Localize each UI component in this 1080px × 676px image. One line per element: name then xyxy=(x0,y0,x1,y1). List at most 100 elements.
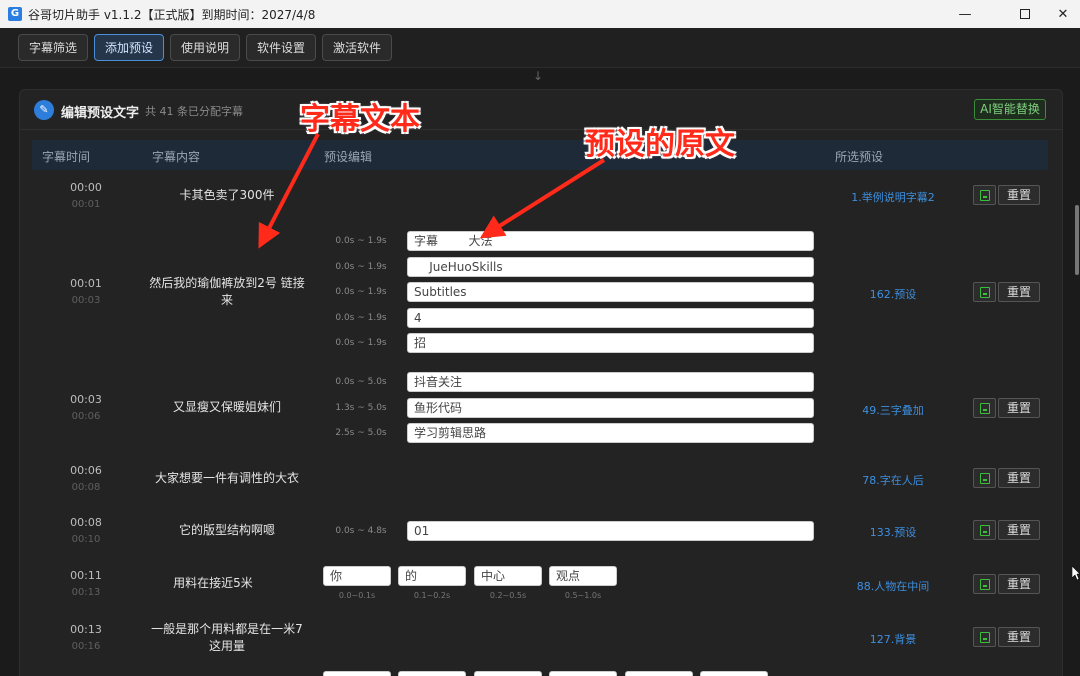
row-start-time: 00:03 xyxy=(70,393,102,406)
header-time: 字幕时间 xyxy=(42,150,91,164)
word-chip-input[interactable]: 观点 xyxy=(549,566,617,586)
preset-text-input[interactable]: 01 xyxy=(407,521,814,541)
row-image-button[interactable] xyxy=(973,282,996,302)
add-preset-button[interactable]: 添加预设 xyxy=(94,34,164,61)
image-icon xyxy=(979,472,990,484)
preset-text-input[interactable]: JueHuoSkills xyxy=(407,257,814,277)
scrollbar-thumb[interactable] xyxy=(1075,205,1079,275)
main-toolbar: 字幕筛选 添加预设 使用说明 软件设置 激活软件 xyxy=(0,28,1080,68)
activate-software-button[interactable]: 激活软件 xyxy=(322,34,392,61)
row-end-time: 00:03 xyxy=(71,295,101,306)
row-reset-button[interactable]: 重置 xyxy=(998,282,1040,302)
row-start-time: 00:08 xyxy=(70,516,102,529)
preset-text-input[interactable]: 抖音关注 xyxy=(407,372,814,392)
row-reset-button[interactable]: 重置 xyxy=(998,468,1040,488)
word-chip-range: 0.2~0.5s xyxy=(489,591,527,600)
item-time-range: 0.0s ~ 1.9s xyxy=(335,338,387,348)
row-subtitle-content: 一般是那个用料都是在一米7这用量 xyxy=(151,622,303,653)
row-selected-preset-link[interactable]: 49.三字叠加 xyxy=(838,402,948,418)
ai-replace-button[interactable]: AI智能替换 xyxy=(974,99,1046,120)
row-end-time: 00:13 xyxy=(71,587,101,598)
pencil-icon: ✎ xyxy=(34,100,54,120)
preset-text-input[interactable]: 招 xyxy=(407,333,814,353)
row-end-time: 00:08 xyxy=(71,482,101,493)
word-chip-input[interactable]: 你 xyxy=(323,566,391,586)
software-settings-button[interactable]: 软件设置 xyxy=(246,34,316,61)
row-start-time: 00:01 xyxy=(70,277,102,290)
row-start-time: 00:13 xyxy=(70,623,102,636)
row-selected-preset-link[interactable]: 127.背景 xyxy=(838,631,948,647)
row-selected-preset-link[interactable]: 133.预设 xyxy=(838,524,948,540)
annotation-preset-original: 预设的原文 xyxy=(585,127,735,162)
maximize-icon xyxy=(1020,9,1030,19)
row-subtitle-content: 卡其色卖了300件 xyxy=(179,188,275,202)
word-chip-input[interactable]: 的 xyxy=(398,566,466,586)
row-selected-preset-link[interactable]: 78.字在人后 xyxy=(838,472,948,488)
row-start-time: 00:06 xyxy=(70,464,102,477)
row-subtitle-content: 又显瘦又保暖姐妹们 xyxy=(172,400,281,414)
item-time-range: 0.0s ~ 1.9s xyxy=(335,236,387,246)
subtitle-filter-button[interactable]: 字幕筛选 xyxy=(18,34,88,61)
image-icon xyxy=(979,631,990,643)
row-subtitle-content: 它的版型结构啊嗯 xyxy=(178,523,275,537)
row-image-button[interactable] xyxy=(973,627,996,647)
row-end-time: 00:06 xyxy=(71,411,101,422)
item-time-range: 0.0s ~ 1.9s xyxy=(335,313,387,323)
item-time-range: 0.0s ~ 1.9s xyxy=(335,262,387,272)
image-icon xyxy=(979,189,990,201)
app-logo-icon: G xyxy=(8,7,22,21)
row-reset-button[interactable]: 重置 xyxy=(998,520,1040,540)
table-header: 字幕时间 字幕内容 预设编辑 所选预设 xyxy=(32,140,1048,170)
panel-title: 编辑预设文字 xyxy=(61,106,140,121)
close-button[interactable]: ✕ xyxy=(1040,0,1080,28)
row-image-button[interactable] xyxy=(973,398,996,418)
image-icon xyxy=(979,286,990,298)
preset-text-input[interactable]: 学习剪辑思路 xyxy=(407,423,814,443)
row-selected-preset-link[interactable]: 1.举例说明字幕2 xyxy=(838,189,948,205)
row-start-time: 00:11 xyxy=(70,569,102,582)
image-icon xyxy=(979,524,990,536)
word-chip-input[interactable] xyxy=(700,671,768,676)
preset-text-input[interactable]: 字幕 大法 xyxy=(407,231,814,251)
preset-text-input[interactable]: Subtitles xyxy=(407,282,814,302)
word-chip-input[interactable] xyxy=(625,671,693,676)
word-chip-range: 0.5~1.0s xyxy=(564,591,602,600)
annotation-subtitle-text: 字幕文本 xyxy=(300,102,420,137)
row-selected-preset-link[interactable]: 162.预设 xyxy=(838,286,948,302)
preset-text-input[interactable]: 4 xyxy=(407,308,814,328)
header-selected-preset: 所选预设 xyxy=(835,150,884,164)
panel-subtitle: 共 41 条已分配字幕 xyxy=(145,105,243,118)
row-end-time: 00:10 xyxy=(71,534,101,545)
row-reset-button[interactable]: 重置 xyxy=(998,627,1040,647)
row-reset-button[interactable]: 重置 xyxy=(998,574,1040,594)
window-title: 谷哥切片助手 v1.1.2【正式版】到期时间：2027/4/8 xyxy=(28,8,316,22)
word-chip-input[interactable] xyxy=(323,671,391,676)
item-time-range: 1.3s ~ 5.0s xyxy=(335,403,387,413)
row-image-button[interactable] xyxy=(973,468,996,488)
word-chip-input[interactable] xyxy=(474,671,542,676)
item-time-range: 0.0s ~ 4.8s xyxy=(335,526,387,536)
usage-guide-button[interactable]: 使用说明 xyxy=(170,34,240,61)
row-reset-button[interactable]: 重置 xyxy=(998,398,1040,418)
row-image-button[interactable] xyxy=(973,574,996,594)
row-image-button[interactable] xyxy=(973,185,996,205)
mouse-cursor-icon xyxy=(1072,566,1080,580)
word-chip-range: 0.0~0.1s xyxy=(338,591,376,600)
row-end-time: 00:16 xyxy=(71,641,101,652)
preset-text-input[interactable]: 鱼形代码 xyxy=(407,398,814,418)
row-start-time: 00:00 xyxy=(70,181,102,194)
row-selected-preset-link[interactable]: 88.人物在中间 xyxy=(838,578,948,594)
header-preset-edit: 预设编辑 xyxy=(324,150,373,164)
item-time-range: 0.0s ~ 1.9s xyxy=(335,287,387,297)
row-reset-button[interactable]: 重置 xyxy=(998,185,1040,205)
image-icon xyxy=(979,402,990,414)
word-chip-input[interactable] xyxy=(398,671,466,676)
header-content: 字幕内容 xyxy=(152,150,201,164)
row-subtitle-content: 大家想要一件有调性的大衣 xyxy=(154,471,299,485)
word-chip-input[interactable] xyxy=(549,671,617,676)
minimize-button[interactable]: — xyxy=(942,0,988,28)
word-chip-input[interactable]: 中心 xyxy=(474,566,542,586)
word-chip-range: 0.1~0.2s xyxy=(413,591,451,600)
row-image-button[interactable] xyxy=(973,520,996,540)
collapse-arrow-icon[interactable]: ↓ xyxy=(533,69,543,83)
